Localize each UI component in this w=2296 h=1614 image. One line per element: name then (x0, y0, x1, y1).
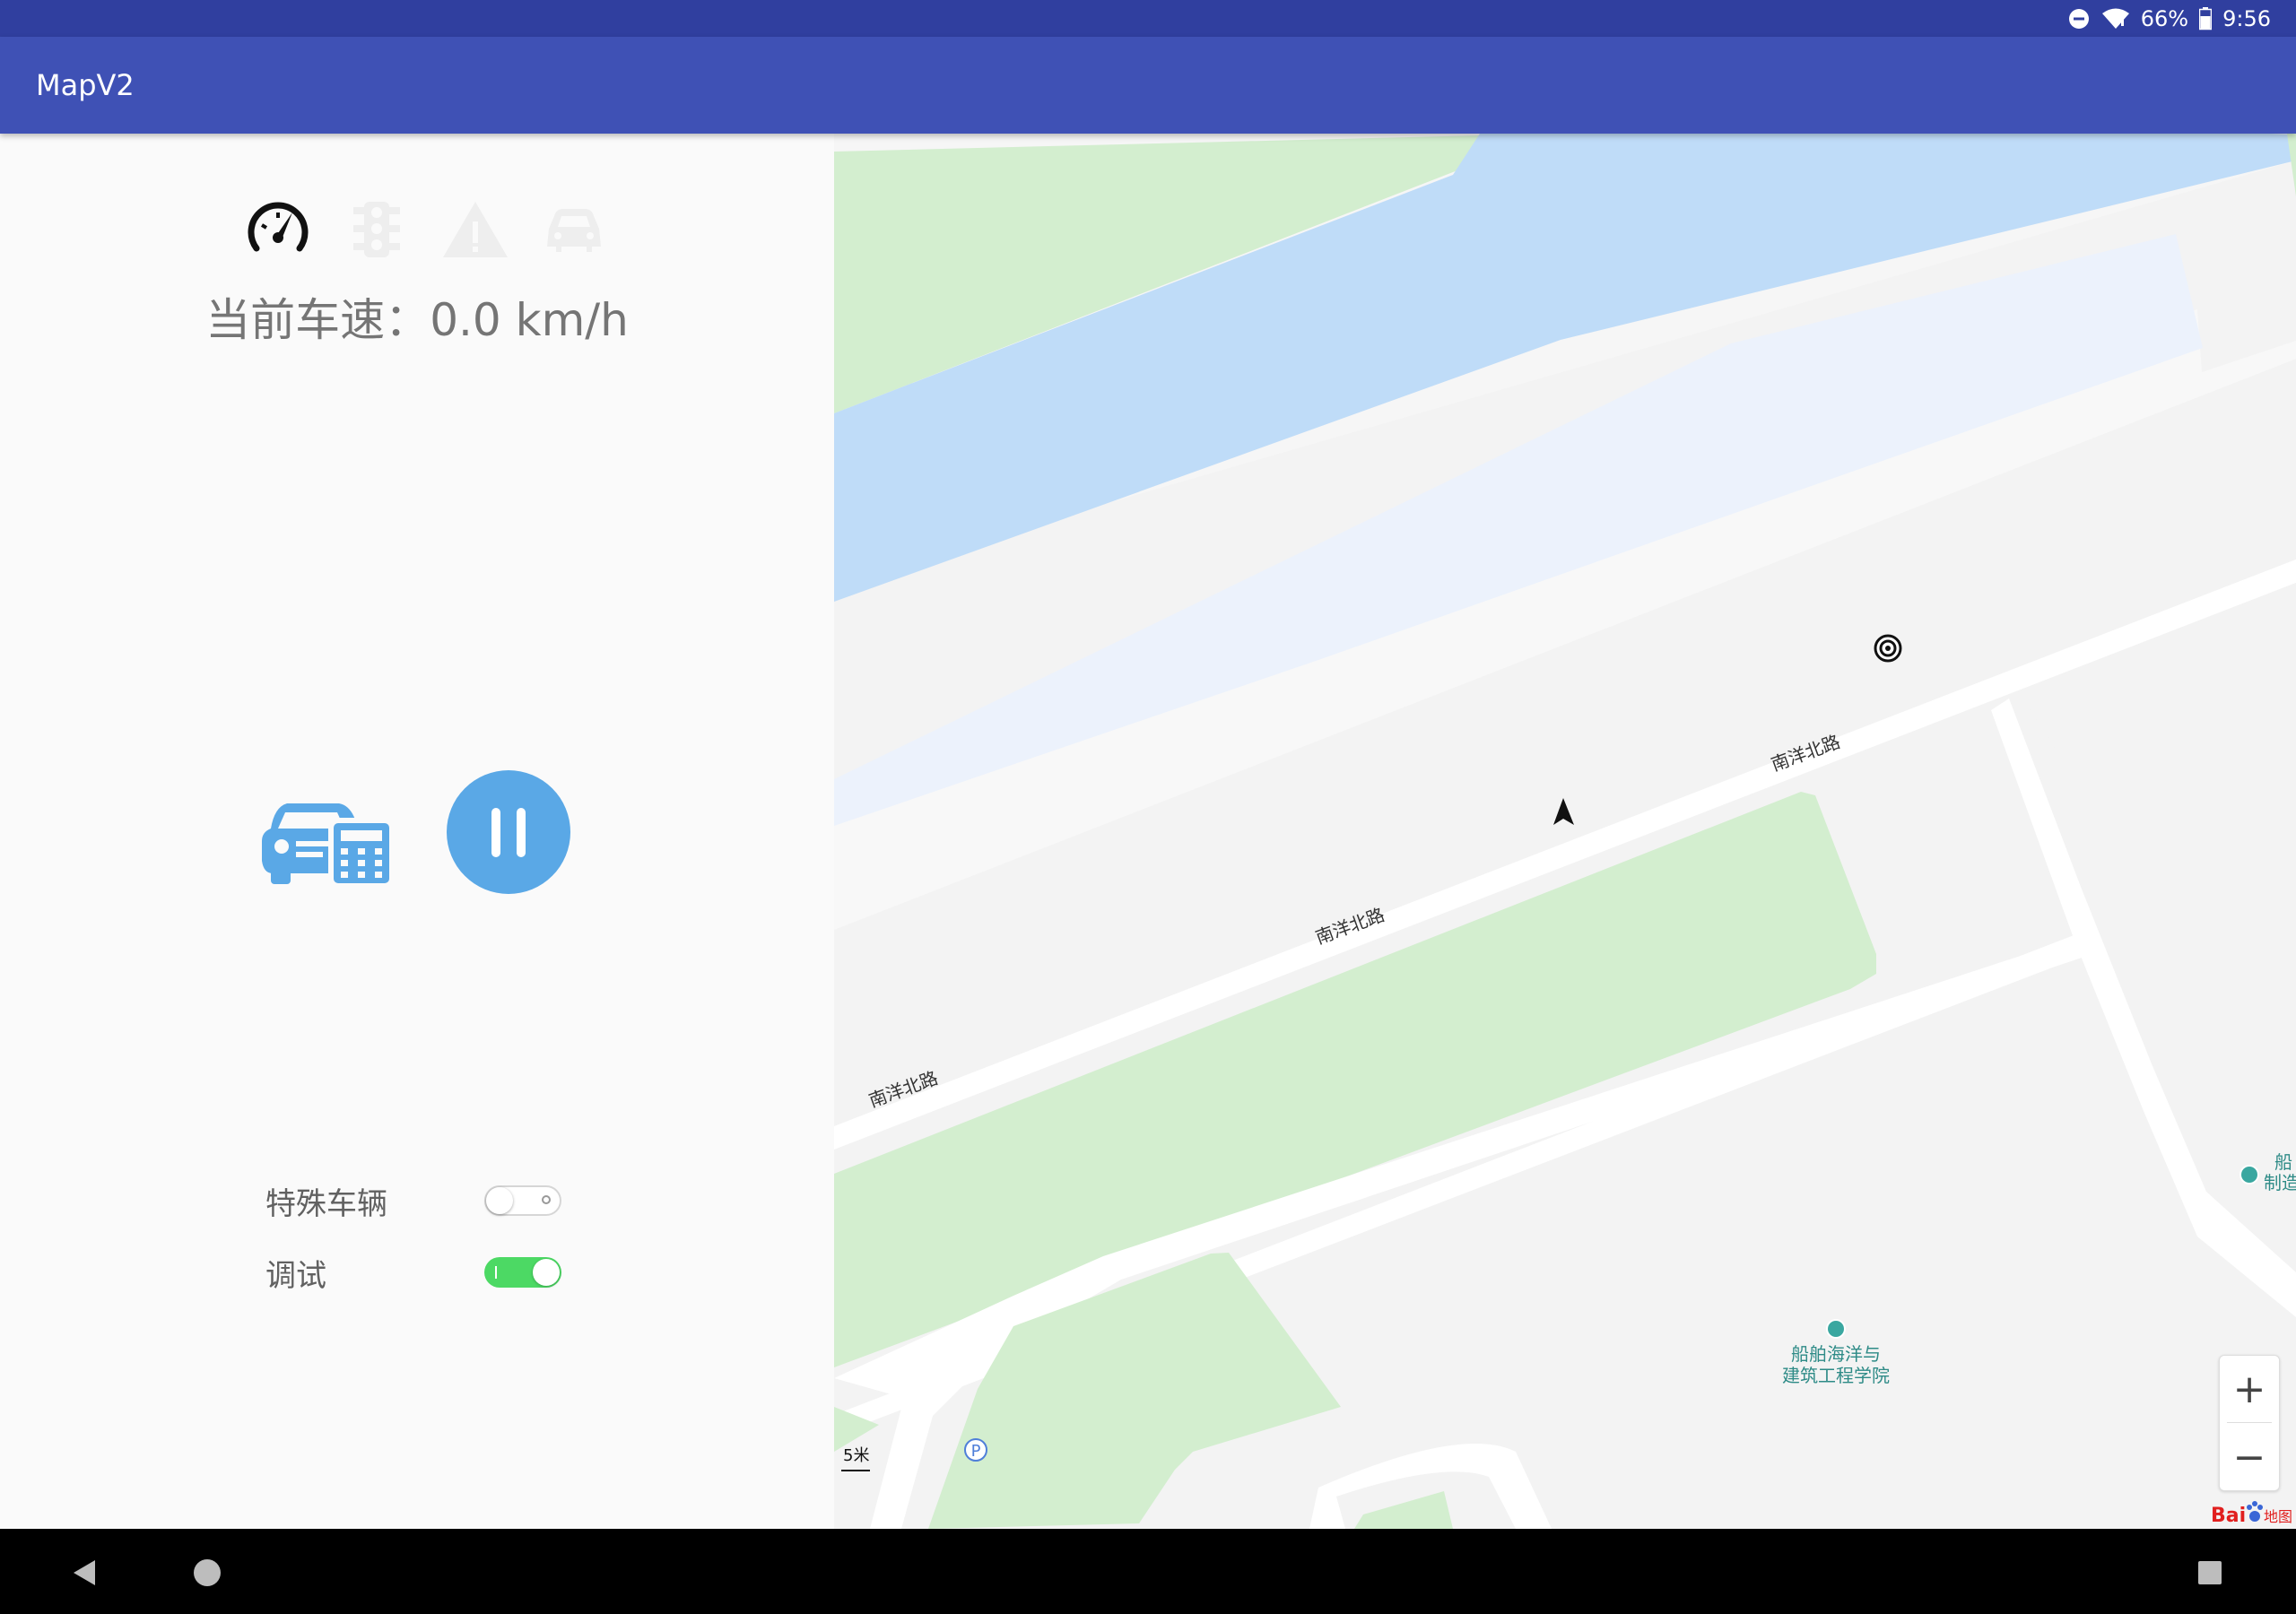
parking-label: P (971, 1442, 981, 1461)
recents-icon[interactable] (2197, 1560, 2222, 1585)
zoom-controls: + − (2219, 1355, 2280, 1491)
special-vehicle-row: 特殊车辆 (265, 1174, 570, 1228)
clock: 9:56 (2222, 5, 2271, 31)
control-panel: 当前车速：0.0 km/h 特殊车辆 调试 (0, 134, 834, 1529)
edge-poi-icon (2239, 1165, 2259, 1184)
speed-value: 0.0 (430, 294, 501, 346)
battery-icon (2199, 6, 2213, 30)
poi-college-line2: 建筑工程学院 (1782, 1365, 1890, 1386)
debug-switch[interactable] (484, 1257, 561, 1288)
current-speed: 当前车速：0.0 km/h (0, 284, 834, 349)
debug-label: 调试 (265, 1257, 326, 1294)
location-target-icon (1874, 634, 1902, 663)
zoom-out-button[interactable]: − (2220, 1424, 2279, 1490)
speed-label: 当前车速： (205, 294, 430, 346)
map-canvas: 南洋北路 南洋北路 南洋北路 船舶海洋与 建筑工程学院 船 制造 P 5米 Ba… (834, 134, 2296, 1529)
poi-edge-line1: 船 (2274, 1151, 2292, 1173)
speedometer-icon (242, 193, 314, 265)
map-view[interactable]: 南洋北路 南洋北路 南洋北路 船舶海洋与 建筑工程学院 船 制造 P 5米 Ba… (834, 134, 2296, 1529)
special-vehicle-label: 特殊车辆 (265, 1185, 387, 1222)
special-vehicle-switch[interactable] (484, 1185, 561, 1216)
baidu-map-suffix: 地图 (2264, 1508, 2292, 1525)
car-icon (538, 193, 610, 265)
pause-button[interactable] (447, 770, 570, 894)
home-icon[interactable] (193, 1558, 222, 1587)
wifi-icon (2101, 8, 2129, 29)
status-bar: 66% 9:56 (0, 0, 2296, 37)
status-icons-row (242, 193, 610, 265)
poi-edge-line2: 制造 (2264, 1172, 2296, 1193)
zoom-in-button[interactable]: + (2220, 1356, 2279, 1422)
baidu-logo: Bai (2211, 1505, 2246, 1527)
pause-icon (491, 808, 500, 857)
do-not-disturb-icon (2068, 8, 2089, 29)
warning-icon (439, 193, 511, 265)
battery-percent: 66% (2140, 5, 2189, 31)
scale-label: 5米 (843, 1446, 869, 1465)
system-nav-bar (0, 1529, 2296, 1614)
traffic-light-icon (341, 193, 413, 265)
car-calculator-button[interactable] (260, 784, 395, 887)
speed-unit: km/h (500, 294, 629, 346)
parking-icon: P (964, 1438, 987, 1462)
college-icon (1826, 1319, 1846, 1339)
debug-row: 调试 (265, 1245, 570, 1299)
poi-college-line1: 船舶海洋与 (1791, 1343, 1881, 1365)
back-icon[interactable] (70, 1558, 99, 1587)
app-title: MapV2 (36, 68, 135, 102)
app-bar: MapV2 (0, 37, 2296, 134)
